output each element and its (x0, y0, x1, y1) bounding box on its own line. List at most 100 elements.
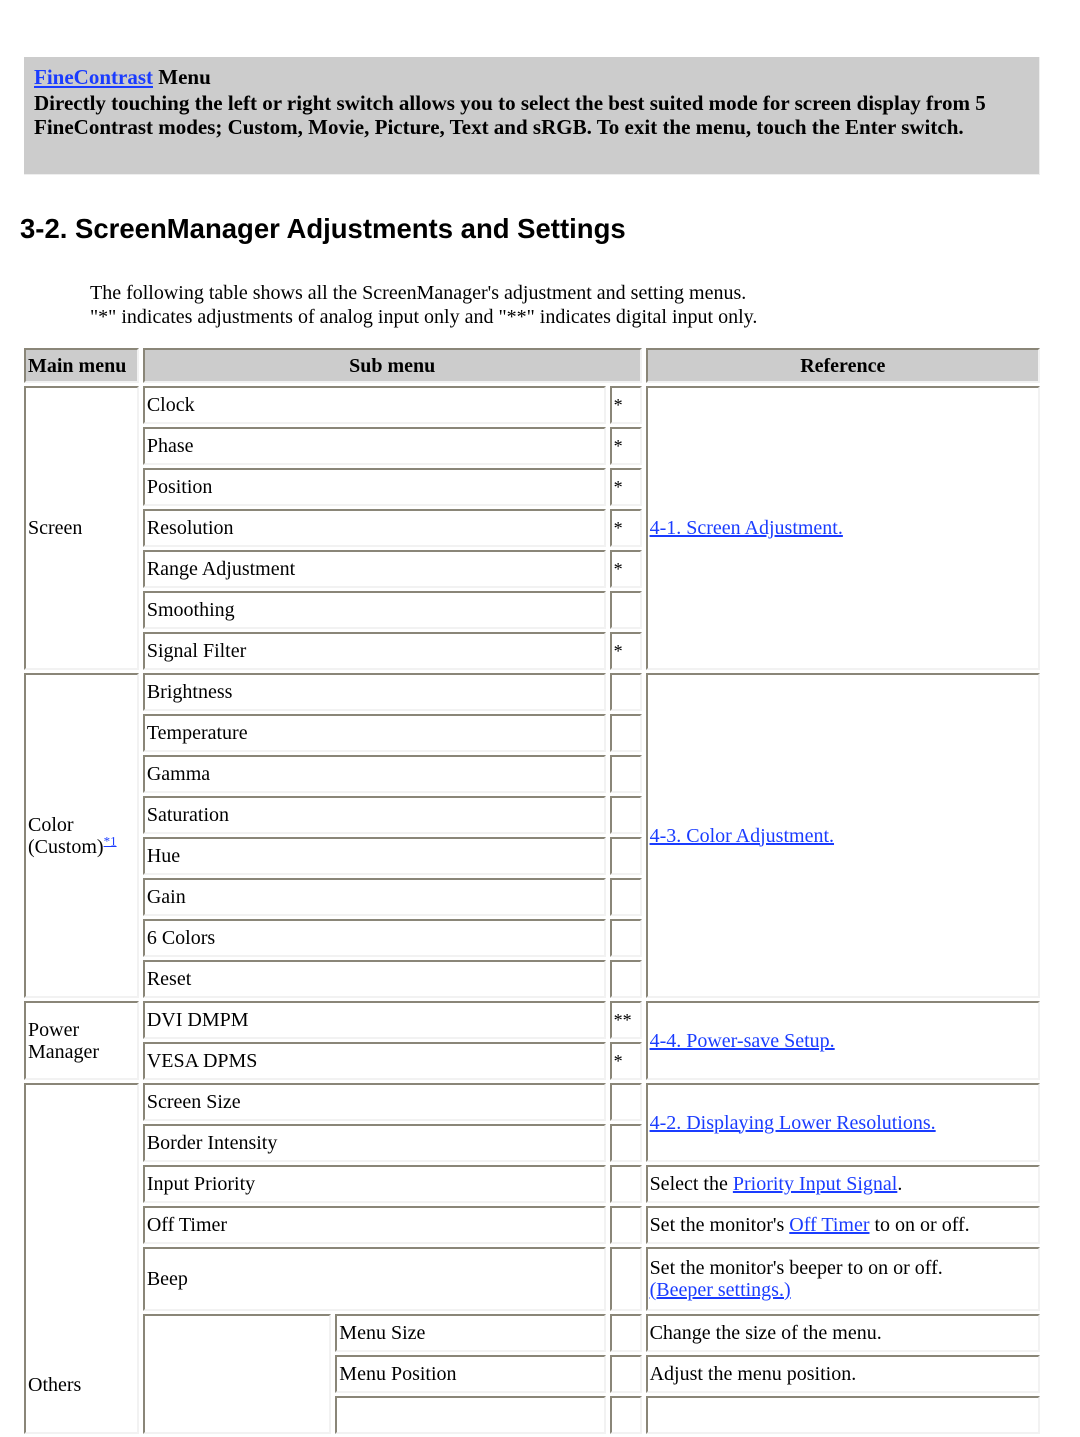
footnote-1-link[interactable]: *1 (104, 833, 117, 848)
main-menu-power-manager: Power Manager (24, 1001, 139, 1080)
sub-menu-item: Signal Filter (142, 632, 606, 670)
sub-menu-item: 6 Colors (142, 919, 606, 957)
intro-text: The following table shows all the Screen… (90, 281, 757, 329)
input-flag: ** (609, 1001, 642, 1039)
sub-menu-item: DVI DMPM (142, 1001, 606, 1039)
color-adjustment-link[interactable]: 4-3. Color Adjustment. (650, 825, 834, 847)
screenmanager-menu-table: Main menu Sub menu Reference Screen Cloc… (20, 345, 1044, 1437)
beeper-settings-link[interactable]: (Beeper settings.) (650, 1279, 791, 1301)
reference-cell: Adjust the menu position. (645, 1355, 1040, 1393)
main-menu-color-line2: (Custom) (28, 835, 104, 858)
sub-menu-item: Hue (142, 837, 606, 875)
note-title: FineContrast Menu (34, 65, 1029, 89)
input-flag (609, 673, 642, 711)
sub-menu-item: VESA DPMS (142, 1042, 606, 1080)
input-flag (609, 714, 642, 752)
header-reference: Reference (645, 348, 1040, 383)
input-flag (609, 1314, 642, 1352)
input-flag: * (609, 386, 642, 424)
input-flag (609, 796, 642, 834)
ref-prefix: Set the monitor's (649, 1214, 790, 1236)
sub-menu-item: Temperature (142, 714, 606, 752)
table-row: Off Timer Set the monitor's Off Timer to… (24, 1206, 1040, 1244)
sub-menu-item: Clock (142, 386, 606, 424)
sub-menu-item-continued (335, 1396, 606, 1434)
reference-cell: Set the monitor's beeper to on or off. (B… (645, 1247, 1040, 1311)
main-menu-power-line2: Manager (28, 1040, 100, 1063)
screen-adjustment-link[interactable]: 4-1. Screen Adjustment. (650, 517, 843, 539)
input-flag: * (609, 1042, 642, 1080)
note-title-suffix: Menu (153, 65, 211, 89)
finecontrast-link[interactable]: FineContrast (34, 65, 153, 89)
sub-menu-item: Position (142, 468, 606, 506)
intro-line-1: The following table shows all the Screen… (90, 282, 747, 304)
sub-menu-item: Smoothing (142, 591, 606, 629)
input-flag (609, 1124, 642, 1162)
main-menu-color-line1: Color (28, 813, 74, 836)
sub-menu-item: Input Priority (142, 1165, 606, 1203)
input-flag (609, 755, 642, 793)
reference-cell: Set the monitor's Off Timer to on or off… (645, 1206, 1040, 1244)
input-flag (609, 837, 642, 875)
sub-menu-item: Screen Size (142, 1083, 606, 1121)
lower-resolutions-link[interactable]: 4-2. Displaying Lower Resolutions. (650, 1112, 936, 1134)
reference-cell: 4-1. Screen Adjustment. (645, 386, 1040, 670)
ref-text: Set the monitor's beeper to on or off. (649, 1257, 943, 1279)
reference-cell: Select the Priority Input Signal. (645, 1165, 1040, 1203)
input-flag: * (609, 468, 642, 506)
off-timer-link[interactable]: Off Timer (789, 1214, 869, 1236)
note-body: Directly touching the left or right swit… (34, 91, 986, 139)
power-save-setup-link[interactable]: 4-4. Power-save Setup. (650, 1030, 835, 1052)
input-flag (609, 591, 642, 629)
sub-menu-item: Gamma (142, 755, 606, 793)
input-flag (609, 1083, 642, 1121)
input-flag (609, 878, 642, 916)
nested-blank-cell (142, 1314, 332, 1434)
finecontrast-note-box: FineContrast Menu Directly touching the … (24, 57, 1040, 175)
table-row: Power Manager DVI DMPM ** 4-4. Power-sav… (24, 1001, 1040, 1080)
input-flag (609, 960, 642, 998)
input-flag: * (609, 427, 642, 465)
input-flag (609, 919, 642, 957)
input-flag (609, 1355, 642, 1393)
input-flag: * (609, 632, 642, 670)
table-row: Others Screen Size 4-2. Displaying Lower… (24, 1083, 1040, 1434)
sub-menu-item: Brightness (142, 673, 606, 711)
sub-menu-item: Border Intensity (142, 1124, 606, 1162)
sub-menu-item: Range Adjustment (142, 550, 606, 588)
input-flag: * (609, 509, 642, 547)
sub-menu-item: Phase (142, 427, 606, 465)
input-flag (609, 1165, 642, 1203)
sub-menu-item: Saturation (142, 796, 606, 834)
sub-menu-item: Resolution (142, 509, 606, 547)
ref-suffix: to on or off. (869, 1214, 970, 1236)
priority-input-signal-link[interactable]: Priority Input Signal (733, 1173, 897, 1195)
table-row: Beep Set the monitor's beeper to on or o… (24, 1247, 1040, 1311)
sub-menu-item: Off Timer (142, 1206, 606, 1244)
sub-menu-item: Gain (142, 878, 606, 916)
sub-menu-item: Menu Size (335, 1314, 606, 1352)
input-flag (609, 1396, 642, 1434)
reference-cell (645, 1396, 1040, 1434)
table-header-row: Main menu Sub menu Reference (24, 348, 1040, 383)
reference-cell: 4-4. Power-save Setup. (645, 1001, 1040, 1080)
table-row: Menu Size Change the size of the menu. (24, 1314, 1040, 1434)
header-main-menu: Main menu (24, 348, 139, 383)
sub-menu-item: Beep (142, 1247, 606, 1311)
section-title: 3-2. ScreenManager Adjustments and Setti… (20, 213, 626, 244)
reference-cell: 4-3. Color Adjustment. (645, 673, 1040, 998)
header-sub-menu: Sub menu (142, 348, 642, 383)
input-flag (609, 1206, 642, 1244)
table-row: Input Priority Select the Priority Input… (24, 1165, 1040, 1203)
table-row: Color (Custom)*1 Brightness 4-3. Color A… (24, 673, 1040, 998)
input-flag (609, 1247, 642, 1311)
intro-line-2: "*" indicates adjustments of analog inpu… (90, 306, 758, 328)
sub-menu-item: Menu Position (335, 1355, 606, 1393)
ref-suffix: . (897, 1173, 903, 1195)
main-menu-color: Color (Custom)*1 (24, 673, 139, 998)
sub-menu-item: Reset (142, 960, 606, 998)
ref-prefix: Select the (649, 1173, 733, 1195)
main-menu-others: Others (24, 1083, 139, 1434)
main-menu-screen: Screen (24, 386, 139, 670)
input-flag: * (609, 550, 642, 588)
